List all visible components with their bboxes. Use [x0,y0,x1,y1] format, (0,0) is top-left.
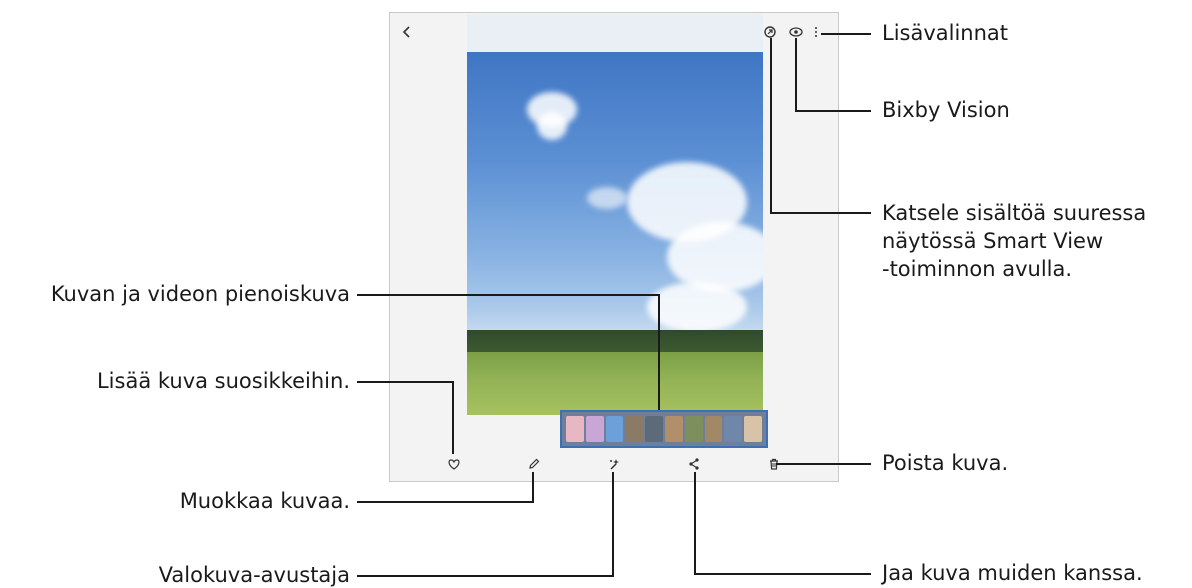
callout-line [612,472,614,577]
photo-view[interactable] [467,52,763,415]
smart-view-icon [764,26,776,38]
callout-line [694,573,871,575]
more-options-button[interactable] [810,22,822,42]
callout-line [532,472,534,503]
label-thumbnails: Kuvan ja videon pienoiskuva [50,282,350,306]
share-icon [689,458,699,470]
cloud [667,222,763,292]
thumbnail[interactable] [625,416,644,442]
callout-line [357,501,534,503]
thumbnail[interactable] [684,416,703,442]
thumbnail[interactable] [664,416,683,442]
callout-line [795,38,797,112]
callout-line [770,38,772,214]
callout-line [776,463,871,465]
heart-icon [448,459,460,470]
callout-line [357,575,614,577]
callout-line [452,381,454,454]
share-button[interactable] [684,454,704,474]
thumbnail[interactable] [605,416,624,442]
back-button[interactable] [397,22,417,42]
label-share: Jaa kuva muiden kanssa. [882,561,1143,585]
chevron-left-icon [402,26,410,38]
thumbnail[interactable] [704,416,723,442]
pencil-icon [529,458,540,469]
thumbnail[interactable] [645,416,663,442]
callout-line [658,294,660,410]
cloud [647,282,747,332]
label-smart-view-1: Katsele sisältöä suuressa [882,201,1147,225]
label-bixby-vision: Bixby Vision [882,98,1010,122]
callout-line [357,294,660,296]
label-delete: Poista kuva. [882,451,1009,475]
photo-assist-button[interactable] [604,454,624,474]
cloud [537,112,567,140]
label-smart-view-3: -toiminnon avulla. [882,257,1073,281]
more-vertical-icon [815,27,817,37]
callout-line [795,110,871,112]
label-more-options: Lisävalinnat [882,21,1009,45]
callout-line [357,381,454,383]
thumbnail[interactable] [724,416,743,442]
label-smart-view-2: näytössä Smart View [882,229,1104,253]
thumbnail-strip[interactable] [560,410,768,448]
callout-line [694,472,696,575]
label-favorite: Lisää kuva suosikkeihin. [96,369,350,393]
grass-field [467,352,763,415]
eye-icon [789,27,803,37]
callout-line [821,33,871,35]
thumbnail[interactable] [585,416,604,442]
edit-button[interactable] [524,454,544,474]
top-band [467,14,763,52]
thumbnail[interactable] [566,416,584,442]
label-edit: Muokkaa kuvaa. [179,489,350,513]
favorite-button[interactable] [444,454,464,474]
label-photo-assist: Valokuva-avustaja [158,563,350,587]
thumbnail[interactable] [744,416,762,442]
cloud [587,187,627,209]
sparkle-icon [610,459,619,470]
callout-line [770,212,871,214]
